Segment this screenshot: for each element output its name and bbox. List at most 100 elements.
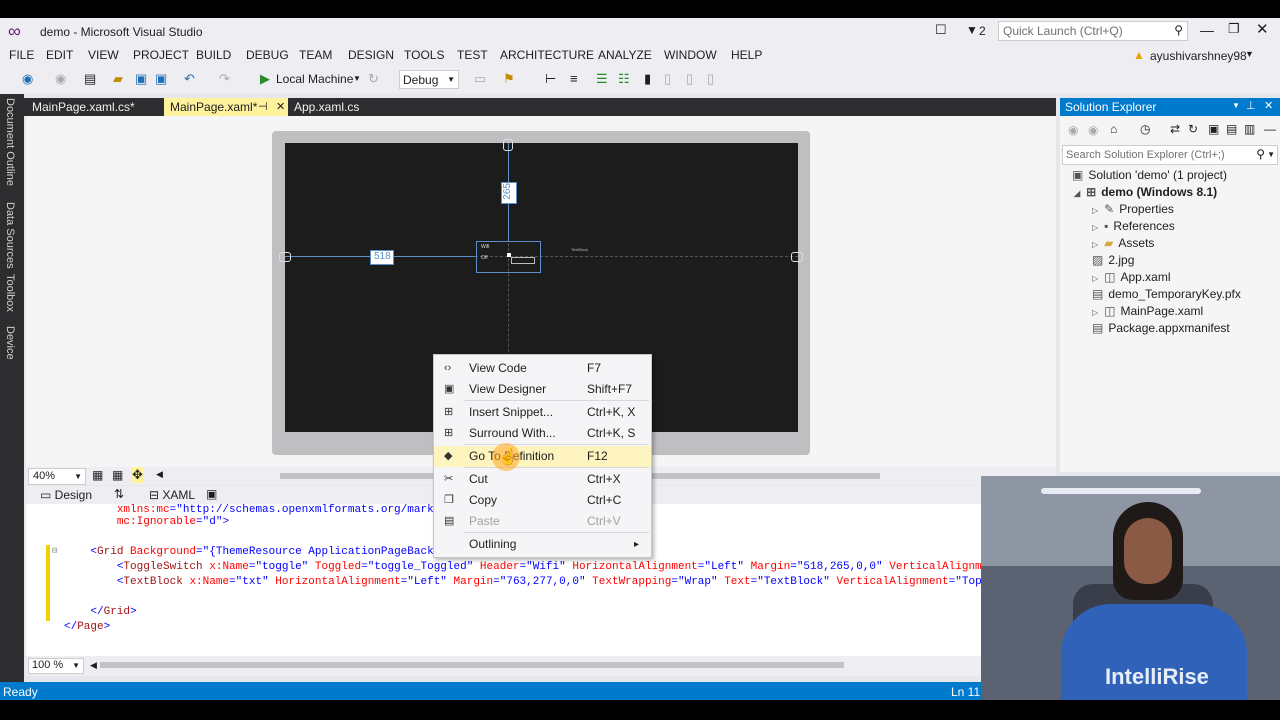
open-folder-icon[interactable]: ▰ xyxy=(113,72,123,86)
properties-icon[interactable]: ▥ xyxy=(1244,122,1255,136)
snap-grid-icon[interactable]: ▦ xyxy=(112,468,123,482)
editor-zoom-dropdown[interactable]: 100 % ▼ xyxy=(28,658,84,674)
zoom-dropdown[interactable]: 40% ▼ xyxy=(28,468,86,485)
snap-lines-icon[interactable]: ✥ xyxy=(132,467,143,483)
forward-icon[interactable]: ◉ xyxy=(1088,123,1098,137)
anchor-left-handle[interactable] xyxy=(279,252,291,262)
quick-launch-input[interactable]: Quick Launch (Ctrl+Q) ⚲ xyxy=(998,21,1188,41)
tab-device[interactable]: Device xyxy=(4,326,16,360)
selected-toggle-switch[interactable]: Wifi Off xyxy=(476,241,541,273)
tab-mainpage-xaml[interactable]: MainPage.xaml* ⊣ ✕ xyxy=(164,98,288,116)
tree-item[interactable]: ▤ Package.appxmanifest xyxy=(1092,321,1230,335)
prev-bookmark-icon[interactable]: ▯ xyxy=(664,72,671,86)
step-icon[interactable]: ⊢ xyxy=(545,72,556,86)
collapse-all-icon[interactable]: ▣ xyxy=(1208,122,1219,136)
context-menu-item[interactable]: ▤ Paste Ctrl+V xyxy=(434,511,651,532)
close-button[interactable]: ✕ xyxy=(1256,20,1269,38)
context-menu-item[interactable]: ✂ Cut Ctrl+X xyxy=(434,469,651,490)
tree-item[interactable]: ◢ ⊞ demo (Windows 8.1) xyxy=(1074,185,1217,199)
find-icon[interactable]: ⚑ xyxy=(503,72,515,86)
next-bookmark-icon[interactable]: ▯ xyxy=(686,72,693,86)
show-all-files-icon[interactable]: ▤ xyxy=(1226,122,1237,136)
back-icon[interactable]: ◉ xyxy=(1068,123,1078,137)
tab-app-cs[interactable]: App.xaml.cs xyxy=(288,98,365,116)
close-tab-icon[interactable]: ✕ xyxy=(276,98,285,116)
pending-changes-icon[interactable]: ◷ xyxy=(1140,122,1150,136)
pin-icon[interactable]: ⊣ xyxy=(258,98,268,116)
menu-view[interactable]: VIEW xyxy=(88,48,119,62)
tree-item[interactable]: ▣ Solution 'demo' (1 project) xyxy=(1072,168,1227,182)
context-menu-item[interactable]: ‹› View Code F7 xyxy=(434,358,651,379)
run-dropdown-icon[interactable]: ▼ xyxy=(353,74,361,83)
refresh-icon[interactable]: ↻ xyxy=(1188,122,1198,136)
user-dropdown-icon[interactable]: ▼ xyxy=(1245,49,1254,59)
new-project-icon[interactable]: ▤ xyxy=(84,72,96,86)
context-menu-item[interactable]: ⊞ Insert Snippet... Ctrl+K, X xyxy=(434,402,651,423)
menu-architecture[interactable]: ARCHITECTURE xyxy=(500,48,594,62)
collapse-pane-icon[interactable]: ▣ xyxy=(206,487,217,501)
menu-debug[interactable]: DEBUG xyxy=(246,48,289,62)
preview-icon[interactable]: — xyxy=(1264,122,1276,136)
uncomment-icon[interactable]: ☷ xyxy=(618,72,630,86)
save-all-icon[interactable]: ▣ xyxy=(155,72,167,86)
context-menu-item[interactable]: Outlining ▸ xyxy=(434,534,651,555)
tab-data-sources[interactable]: Data Sources xyxy=(4,202,16,269)
menu-test[interactable]: TEST xyxy=(457,48,488,62)
tab-document-outline[interactable]: Document Outline xyxy=(4,98,16,186)
bookmark-icon[interactable]: ▮ xyxy=(644,72,651,86)
context-menu-item[interactable]: ⊞ Surround With... Ctrl+K, S xyxy=(434,423,651,444)
close-panel-icon[interactable]: ✕ xyxy=(1264,99,1273,112)
menu-help[interactable]: HELP xyxy=(731,48,762,62)
expander-icon[interactable]: ▷ xyxy=(1092,240,1098,249)
collapse-grid-icon[interactable]: ⊟ xyxy=(52,546,57,556)
scroll-left-icon[interactable]: ◀ xyxy=(90,660,97,671)
panel-menu-icon[interactable]: ▼ xyxy=(1232,101,1240,110)
tab-mainpage-cs[interactable]: MainPage.xaml.cs* xyxy=(26,98,141,116)
expander-icon[interactable]: ▷ xyxy=(1092,223,1098,232)
forward-icon[interactable]: ◉ xyxy=(55,72,66,86)
menu-design[interactable]: DESIGN xyxy=(348,48,394,62)
solution-search-input[interactable]: Search Solution Explorer (Ctrl+;) ⚲ ▼ xyxy=(1062,145,1278,165)
pin-icon[interactable]: ⊥ xyxy=(1246,99,1256,112)
home-icon[interactable]: ⌂ xyxy=(1110,122,1117,136)
anchor-top-handle[interactable] xyxy=(503,139,513,151)
redo-icon[interactable]: ↷ xyxy=(219,72,230,86)
context-menu-item[interactable]: ◆Go To DefinitionF12 xyxy=(434,446,651,467)
menu-build[interactable]: BUILD xyxy=(196,48,231,62)
minimize-button[interactable]: — xyxy=(1200,22,1214,38)
tree-item[interactable]: ▤ demo_TemporaryKey.pfx xyxy=(1092,287,1241,301)
tree-item[interactable]: ▷ ◫ MainPage.xaml xyxy=(1092,304,1203,318)
menu-edit[interactable]: EDIT xyxy=(46,48,73,62)
textblock-preview[interactable]: TextBlock xyxy=(571,247,588,252)
refresh-icon[interactable]: ↻ xyxy=(368,72,379,86)
run-icon[interactable]: ▶ xyxy=(260,72,270,86)
undo-icon[interactable]: ↶ xyxy=(184,72,195,86)
expander-icon[interactable]: ▷ xyxy=(1092,274,1098,283)
save-icon[interactable]: ▣ xyxy=(135,72,147,86)
expander-icon[interactable]: ◢ xyxy=(1074,189,1080,198)
swap-panes-icon[interactable]: ⇅ xyxy=(114,487,124,501)
config-dropdown[interactable]: Debug ▼ xyxy=(399,70,459,89)
tree-item[interactable]: ▷ ✎ Properties xyxy=(1092,202,1174,216)
sync-icon[interactable]: ⇄ xyxy=(1170,122,1180,136)
menu-tools[interactable]: TOOLS xyxy=(404,48,444,62)
feedback-icon[interactable]: ☐ xyxy=(935,22,947,38)
grid-icon[interactable]: ▦ xyxy=(92,468,103,482)
restore-button[interactable]: ❐ xyxy=(1228,21,1240,37)
menu-team[interactable]: TEAM xyxy=(299,48,332,62)
tree-item[interactable]: ▨ 2.jpg xyxy=(1092,253,1134,267)
tab-toolbox[interactable]: Toolbox xyxy=(4,274,16,312)
menu-window[interactable]: WINDOW xyxy=(664,48,717,62)
xaml-view-tab[interactable]: ⊟ XAML xyxy=(149,488,195,502)
format-icon[interactable]: ≡ xyxy=(570,72,578,86)
menu-project[interactable]: PROJECT xyxy=(133,48,189,62)
menu-analyze[interactable]: ANALYZE xyxy=(598,48,652,62)
notification-flag-icon[interactable]: ▼ xyxy=(966,23,978,37)
design-view-tab[interactable]: ▭ Design xyxy=(40,488,92,502)
expander-icon[interactable]: ▷ xyxy=(1092,308,1098,317)
tree-item[interactable]: ▷ ▰ Assets xyxy=(1092,236,1154,250)
editor-h-scrollbar[interactable] xyxy=(100,662,844,668)
menu-file[interactable]: FILE xyxy=(9,48,34,62)
context-menu-item[interactable]: ❐ Copy Ctrl+C xyxy=(434,490,651,511)
context-menu-item[interactable]: ▣ View Designer Shift+F7 xyxy=(434,379,651,400)
